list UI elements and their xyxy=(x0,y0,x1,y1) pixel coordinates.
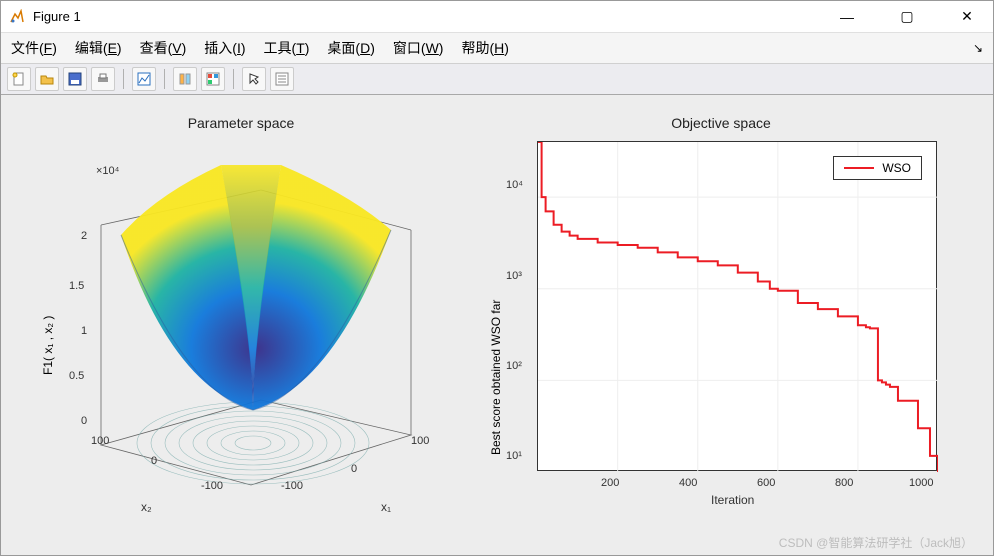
figure-window: Figure 1 — ▢ ✕ 文件(F) 编辑(E) 查看(V) 插入(I) 工… xyxy=(0,0,994,556)
window-controls: — ▢ ✕ xyxy=(829,3,985,31)
data-cursor-icon[interactable] xyxy=(173,67,197,91)
menu-insert[interactable]: 插入(I) xyxy=(204,38,245,58)
color-legend-icon[interactable] xyxy=(201,67,225,91)
arrow-icon[interactable] xyxy=(242,67,266,91)
ztick: 1 xyxy=(81,325,87,337)
matlab-icon xyxy=(9,9,25,25)
menu-window[interactable]: 窗口(W) xyxy=(393,38,444,58)
ztick: 0.5 xyxy=(69,370,84,382)
toolbar-separator xyxy=(164,69,165,89)
xtick: 400 xyxy=(679,477,697,489)
ztick: 2 xyxy=(81,230,87,242)
xlabel: x₁ xyxy=(381,500,391,514)
ytick: 10¹ xyxy=(506,450,522,462)
ylabel: x₂ xyxy=(141,500,152,514)
menu-overflow-icon[interactable]: ↘ xyxy=(973,41,983,55)
axes-3d[interactable]: ×10⁴ F1( x₁ , x₂ ) 0 0.5 1 1.5 2 100 0 -… xyxy=(21,135,441,515)
z-exponent: ×10⁴ xyxy=(96,165,119,177)
right-ylabel: Best score obtained WSO far xyxy=(489,300,503,455)
close-button[interactable]: ✕ xyxy=(949,3,985,31)
window-title: Figure 1 xyxy=(33,9,829,24)
xtick: 600 xyxy=(757,477,775,489)
ytick: 10⁴ xyxy=(506,179,523,191)
xtick: 800 xyxy=(835,477,853,489)
toolbar-separator xyxy=(123,69,124,89)
menu-view[interactable]: 查看(V) xyxy=(140,38,187,58)
axes-2d[interactable]: WSO xyxy=(537,141,937,471)
legend: WSO xyxy=(833,156,922,180)
xtick: 100 xyxy=(411,435,429,447)
watermark: CSDN @智能算法研学社（Jack旭） xyxy=(779,534,973,551)
ytick: 10² xyxy=(506,360,522,372)
right-xlabel: Iteration xyxy=(711,493,754,507)
link-plot-icon[interactable] xyxy=(132,67,156,91)
figure-area: Parameter space xyxy=(1,95,993,555)
left-plot-title: Parameter space xyxy=(21,115,461,131)
right-plot-panel: Objective space Best score obtained WSO … xyxy=(481,115,961,535)
save-file-icon[interactable] xyxy=(63,67,87,91)
legend-label: WSO xyxy=(882,161,911,175)
titlebar: Figure 1 — ▢ ✕ xyxy=(1,1,993,33)
maximize-button[interactable]: ▢ xyxy=(889,3,925,31)
print-icon[interactable] xyxy=(91,67,115,91)
ztick: 0 xyxy=(81,415,87,427)
xtick: 1000 xyxy=(909,477,933,489)
menubar: 文件(F) 编辑(E) 查看(V) 插入(I) 工具(T) 桌面(D) 窗口(W… xyxy=(1,33,993,63)
ytick: 0 xyxy=(151,455,157,467)
menu-file[interactable]: 文件(F) xyxy=(11,38,57,58)
left-plot-panel: Parameter space xyxy=(21,115,461,535)
new-file-icon[interactable] xyxy=(7,67,31,91)
toolbar-separator xyxy=(233,69,234,89)
plot-tools-icon[interactable] xyxy=(270,67,294,91)
toolbar xyxy=(1,63,993,95)
ytick: 100 xyxy=(91,435,109,447)
xtick: 200 xyxy=(601,477,619,489)
ytick: -100 xyxy=(201,480,223,492)
zlabel: F1( x₁ , x₂ ) xyxy=(41,316,55,375)
menu-tools[interactable]: 工具(T) xyxy=(264,38,310,58)
xtick: -100 xyxy=(281,480,303,492)
xtick: 0 xyxy=(351,463,357,475)
legend-line-icon xyxy=(844,167,874,169)
menu-help[interactable]: 帮助(H) xyxy=(461,38,508,58)
menu-desktop[interactable]: 桌面(D) xyxy=(327,38,374,58)
ytick: 10³ xyxy=(506,270,522,282)
ztick: 1.5 xyxy=(69,280,84,292)
open-file-icon[interactable] xyxy=(35,67,59,91)
right-plot-title: Objective space xyxy=(481,115,961,131)
menu-edit[interactable]: 编辑(E) xyxy=(75,38,122,58)
minimize-button[interactable]: — xyxy=(829,3,865,31)
